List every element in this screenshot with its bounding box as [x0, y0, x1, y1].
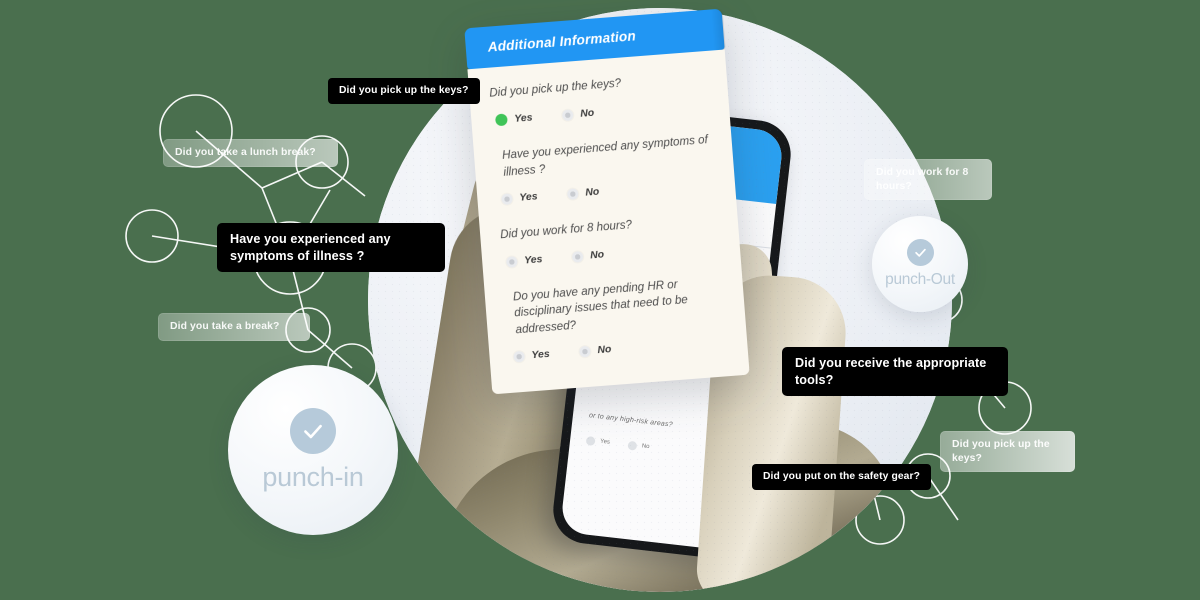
question-item: Did you pick up the keys? Yes No — [489, 69, 710, 127]
radio-option-yes[interactable]: Yes — [505, 253, 543, 268]
tooltip-symptoms: Have you experienced any symptoms of ill… — [217, 223, 445, 273]
radio-group: Yes No — [509, 335, 727, 363]
radio-option-no[interactable]: No — [571, 249, 605, 263]
hero-illustration: or to any high-risk areas? Yes No Additi… — [0, 0, 1200, 600]
radio-option-no[interactable]: No — [567, 186, 600, 201]
radio-label: Yes — [523, 253, 543, 267]
tooltip-eight-hours: Did you work for 8 hours? — [864, 159, 992, 201]
radio-unselected-icon[interactable] — [513, 350, 526, 363]
radio-option-yes[interactable]: Yes — [501, 192, 538, 206]
punch-out-label: punch-Out — [885, 271, 955, 288]
tooltip-keys-right: Did you pick up the keys? — [940, 431, 1075, 473]
question-text: Do you have any pending HR or disciplina… — [512, 277, 689, 337]
radio-group: Yes No — [502, 240, 720, 268]
question-item: Do you have any pending HR or disciplina… — [504, 273, 727, 363]
radio-unselected-icon[interactable] — [571, 250, 584, 263]
radio-label: Yes — [519, 191, 538, 205]
tooltip-keys-top: Did you pick up the keys? — [328, 78, 480, 104]
question-text: Did you work for 8 hours? — [499, 218, 633, 242]
radio-unselected-icon[interactable] — [561, 109, 574, 122]
tooltip-lunch-break: Did you take a lunch break? — [163, 139, 338, 167]
radio-label: No — [585, 186, 600, 199]
punch-in-badge[interactable]: punch-in — [228, 365, 398, 535]
tooltip-tools: Did you receive the appropriate tools? — [782, 347, 1008, 397]
radio-label: No — [579, 107, 595, 120]
radio-option-yes[interactable]: Yes — [495, 112, 533, 127]
punch-in-label: punch-in — [262, 461, 364, 492]
punch-out-badge[interactable]: punch-Out — [872, 216, 968, 312]
card-body: Did you pick up the keys? Yes No Have yo… — [467, 49, 750, 395]
radio-label: Yes — [513, 112, 533, 125]
question-item: Did you work for 8 hours? Yes No — [500, 211, 720, 268]
radio-label: No — [589, 249, 605, 262]
radio-label: No — [597, 344, 612, 357]
tooltip-break: Did you take a break? — [158, 313, 310, 341]
radio-option-yes[interactable]: Yes — [513, 349, 550, 363]
radio-group: Yes No — [497, 178, 715, 206]
radio-unselected-icon[interactable] — [579, 345, 591, 358]
radio-label: Yes — [531, 349, 551, 362]
radio-unselected-icon[interactable] — [567, 188, 579, 201]
additional-information-card: Additional Information Did you pick up t… — [464, 8, 750, 395]
radio-group: Yes No — [491, 98, 709, 127]
radio-option-no[interactable]: No — [561, 107, 595, 122]
radio-option-no[interactable]: No — [579, 344, 612, 358]
card-title: Additional Information — [487, 28, 637, 55]
radio-selected-icon[interactable] — [495, 113, 508, 127]
question-text: Did you pick up the keys? — [488, 76, 622, 100]
check-icon — [290, 407, 336, 454]
check-icon — [906, 239, 934, 266]
question-item: Have you experienced any symptoms of ill… — [494, 132, 716, 206]
radio-unselected-icon[interactable] — [505, 255, 518, 268]
tooltip-safety-gear: Did you put on the safety gear? — [752, 464, 931, 490]
question-text: Have you experienced any symptoms of ill… — [501, 133, 709, 179]
radio-unselected-icon[interactable] — [501, 193, 513, 206]
